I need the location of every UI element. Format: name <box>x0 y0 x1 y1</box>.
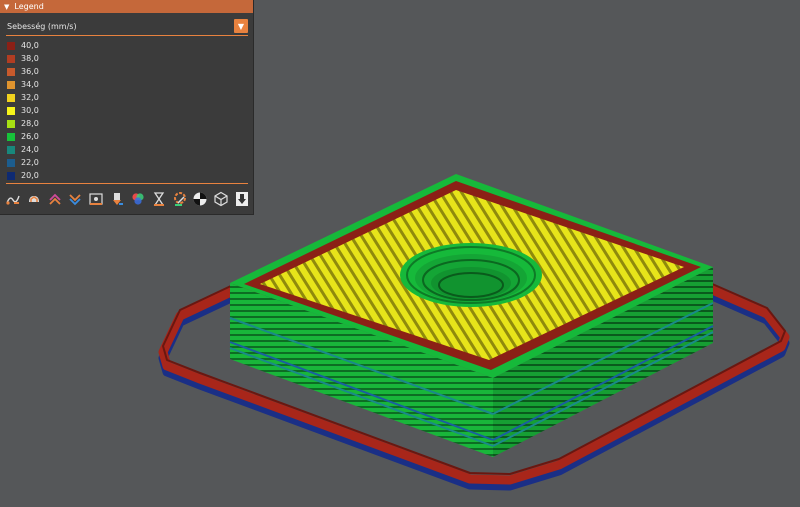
dropdown-arrow-icon[interactable]: ▼ <box>234 19 248 33</box>
custom-gcodes-icon[interactable] <box>172 191 188 207</box>
seams-icon[interactable] <box>88 191 104 207</box>
legend-item: 26,0 <box>7 130 39 143</box>
legend-item: 22,0 <box>7 156 39 169</box>
center-of-gravity-icon[interactable] <box>192 191 208 207</box>
legend-item: 40,0 <box>7 39 39 52</box>
legend-item: 20,0 <box>7 169 39 182</box>
travel-moves-icon[interactable] <box>5 191 21 207</box>
legend-item-label: 38,0 <box>21 54 39 63</box>
legend-item: 28,0 <box>7 117 39 130</box>
legend-title: Legend <box>14 2 44 11</box>
color-swatch <box>7 158 15 167</box>
color-swatch <box>7 41 15 50</box>
legend-item-label: 40,0 <box>21 41 39 50</box>
legend-item-label: 36,0 <box>21 67 39 76</box>
legend-item-label: 20,0 <box>21 171 39 180</box>
view-type-dropdown[interactable]: Sebesség (mm/s) ▼ <box>6 18 248 34</box>
dropdown-underline <box>6 35 248 36</box>
color-swatch <box>7 106 15 115</box>
deretractions-icon[interactable] <box>67 191 83 207</box>
legend-toolbar <box>5 190 250 208</box>
legend-items: 40,0 38,0 36,0 34,0 32,0 30,0 28,0 26,0 … <box>7 39 39 182</box>
shells-icon[interactable] <box>213 191 229 207</box>
color-swatch <box>7 132 15 141</box>
color-swatch <box>7 145 15 154</box>
legend-header[interactable]: ▼ Legend <box>0 0 253 13</box>
color-swatch <box>7 54 15 63</box>
legend-item: 36,0 <box>7 65 39 78</box>
legend-panel: ▼ Legend Sebesség (mm/s) ▼ 40,0 38,0 36,… <box>0 0 254 215</box>
legend-item-label: 26,0 <box>21 132 39 141</box>
color-swatch <box>7 119 15 128</box>
collapse-triangle-icon[interactable]: ▼ <box>4 3 9 11</box>
color-swatch <box>7 80 15 89</box>
legend-item: 32,0 <box>7 91 39 104</box>
color-changes-icon[interactable] <box>130 191 146 207</box>
legend-item: 34,0 <box>7 78 39 91</box>
legend-item-label: 28,0 <box>21 119 39 128</box>
tool-marker-icon[interactable] <box>234 191 250 207</box>
legend-item: 30,0 <box>7 104 39 117</box>
retractions-icon[interactable] <box>47 191 63 207</box>
tool-changes-icon[interactable] <box>109 191 125 207</box>
color-swatch <box>7 93 15 102</box>
legend-item: 24,0 <box>7 143 39 156</box>
legend-item-label: 32,0 <box>21 93 39 102</box>
color-swatch <box>7 67 15 76</box>
legend-item-label: 34,0 <box>21 80 39 89</box>
hole <box>400 243 542 307</box>
pause-prints-icon[interactable] <box>151 191 167 207</box>
legend-item: 38,0 <box>7 52 39 65</box>
legend-item-label: 30,0 <box>21 106 39 115</box>
legend-item-label: 22,0 <box>21 158 39 167</box>
toolbar-divider <box>6 183 248 184</box>
view-type-value: Sebesség (mm/s) <box>7 21 77 31</box>
wipe-icon[interactable] <box>26 191 42 207</box>
legend-item-label: 24,0 <box>21 145 39 154</box>
color-swatch <box>7 171 15 180</box>
